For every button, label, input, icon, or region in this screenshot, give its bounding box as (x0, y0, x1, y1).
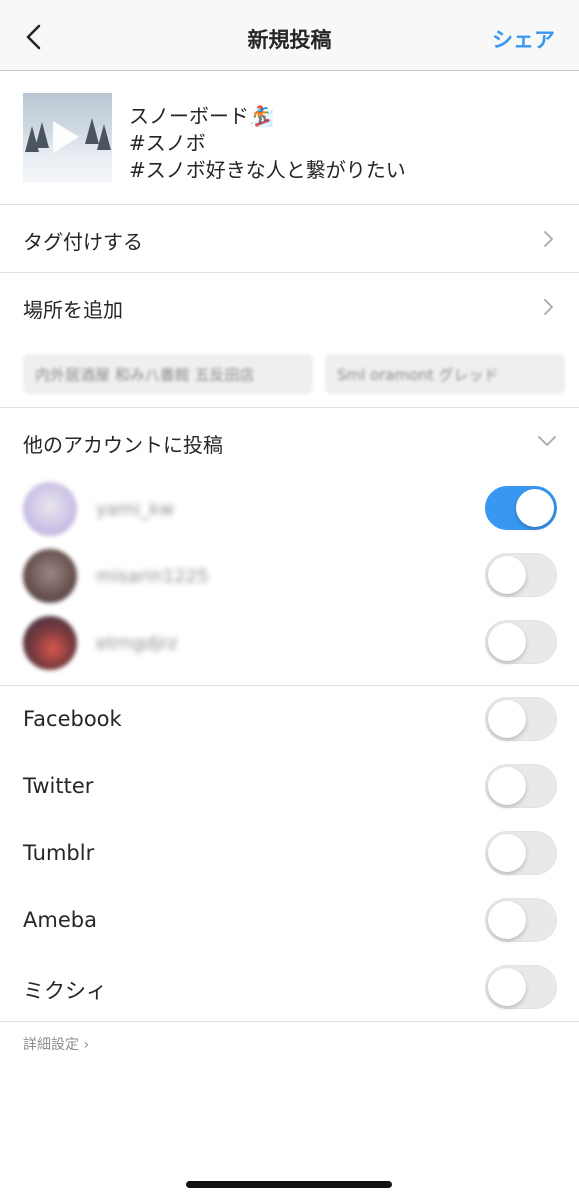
caption-line: スノーボード🏂 (129, 104, 274, 128)
caption-line: #スノボ好きな人と繋がりたい (129, 158, 406, 182)
mixi-toggle[interactable] (485, 965, 557, 1009)
social-row-facebook: Facebook (0, 686, 579, 753)
account-name: etrngdjrz (96, 633, 178, 654)
caption-text[interactable]: スノーボード🏂 #スノボ #スノボ好きな人と繋がりたい (129, 103, 406, 184)
avatar (23, 549, 77, 603)
social-label: Facebook (23, 707, 122, 731)
account-row: yami_kw (0, 478, 579, 544)
add-location-label: 場所を追加 (23, 298, 123, 322)
social-label: Tumblr (23, 841, 95, 865)
new-post-screen: 新規投稿 シェア スノーボード🏂 #スノボ #スノボ好きな人と繋がりたい タグ付… (0, 0, 579, 1200)
avatar (23, 482, 77, 536)
social-label: Ameba (23, 908, 97, 932)
post-preview: スノーボード🏂 #スノボ #スノボ好きな人と繋がりたい (0, 71, 579, 205)
tumblr-toggle[interactable] (485, 831, 557, 875)
account-toggle[interactable] (485, 486, 557, 530)
tag-people-label: タグ付けする (23, 230, 143, 254)
social-label: ミクシィ (23, 979, 107, 1003)
social-row-tumblr: Tumblr (0, 820, 579, 887)
twitter-toggle[interactable] (485, 764, 557, 808)
avatar (23, 616, 77, 670)
account-toggle[interactable] (485, 553, 557, 597)
account-toggle[interactable] (485, 620, 557, 664)
account-name: yami_kw (96, 499, 175, 520)
social-row-ameba: Ameba (0, 887, 579, 954)
account-row: etrngdjrz (0, 612, 579, 678)
location-chip[interactable]: 内外居酒屋 和み八番館 五反田店 (23, 354, 313, 394)
video-thumbnail[interactable] (23, 93, 112, 182)
account-row: misarin1225 (0, 545, 579, 611)
ameba-toggle[interactable] (485, 898, 557, 942)
other-accounts-header[interactable]: 他のアカウントに投稿 (0, 408, 579, 474)
facebook-toggle[interactable] (485, 697, 557, 741)
other-accounts-label: 他のアカウントに投稿 (23, 433, 223, 457)
location-suggestions: 内外居酒屋 和み八番館 五反田店 Sml oramont グレッド (0, 340, 579, 408)
add-location-row[interactable]: 場所を追加 (0, 273, 579, 340)
share-button[interactable]: シェア (492, 24, 555, 54)
home-indicator (186, 1181, 392, 1188)
tag-people-row[interactable]: タグ付けする (0, 205, 579, 273)
chevron-down-icon (538, 436, 556, 446)
nav-bar: 新規投稿 シェア (0, 0, 579, 71)
account-name: misarin1225 (96, 566, 209, 587)
social-row-twitter: Twitter (0, 753, 579, 820)
advanced-settings-link[interactable]: 詳細設定 › (23, 1034, 89, 1054)
chevron-right-icon (544, 299, 553, 315)
caption-line: #スノボ (129, 131, 206, 155)
chevron-right-icon (544, 231, 553, 247)
social-row-mixi: ミクシィ (0, 954, 579, 1021)
play-icon (53, 121, 79, 153)
location-chip[interactable]: Sml oramont グレッド (325, 354, 565, 394)
divider (0, 1021, 579, 1022)
social-label: Twitter (23, 774, 94, 798)
